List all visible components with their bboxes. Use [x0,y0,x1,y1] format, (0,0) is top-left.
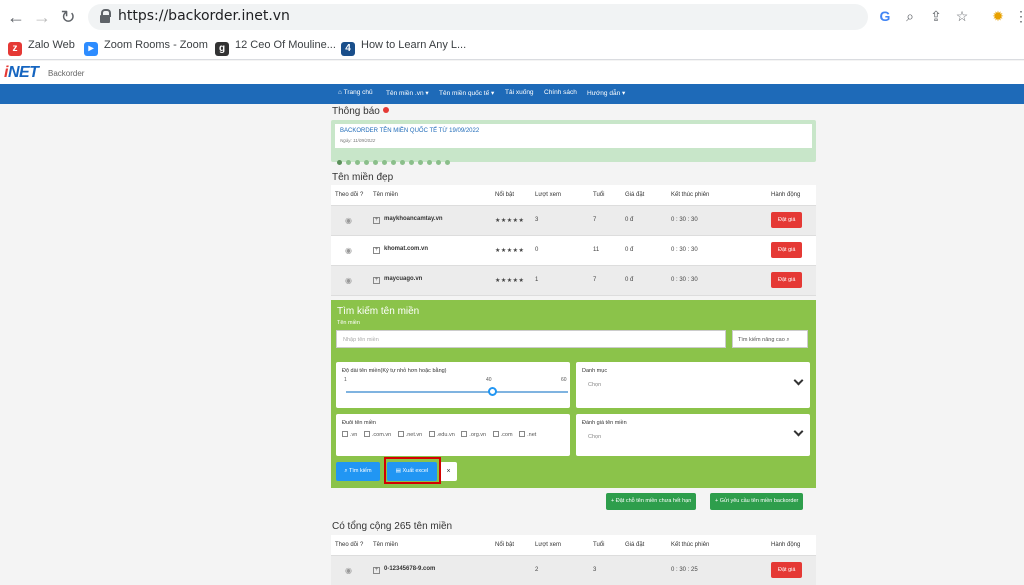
tld-checkbox[interactable]: .net.vn [397,431,422,438]
col-action: Hành động [767,185,816,206]
eye-icon[interactable]: ◉ [345,276,352,285]
clear-button[interactable]: × [440,462,457,481]
carousel-dots[interactable] [337,152,454,170]
tld-checkbox[interactable]: .edu.vn [428,431,455,438]
tld-checkbox[interactable]: .net [519,431,536,438]
rating-select[interactable]: Đánh giá tên miền Chọn [576,414,810,456]
reload-icon[interactable]: ↻ [58,7,78,27]
tld-label: Đuôi tên miền [342,420,376,426]
col-ends: Kết thúc phiên [667,185,767,206]
bookmark-ceo[interactable]: g 12 Ceo Of Mouline... [215,39,336,56]
reserve-unexpired-button[interactable]: + Đặt chỗ tên miền chưa hết hạn [606,493,697,510]
notice-date: Ngày: 11/09/2022 [340,138,376,143]
col-price: Giá đặt [621,185,667,206]
notice-title: Thông báo [332,106,389,117]
bid-button[interactable]: Đặt giá [771,272,803,288]
col-domain: Tên miền [369,185,491,206]
domains-table: Theo dõi ? Tên miền Nổi bật Lượt xem Tuổ… [331,535,816,585]
logo-subtitle: Backorder [48,69,85,78]
plus-icon[interactable]: + [373,217,380,224]
menu-intl-domains[interactable]: Tên miền quốc tế ▾ [439,89,494,97]
menu-policy[interactable]: Chính sách [544,89,577,96]
bid-button[interactable]: Đặt giá [771,242,803,258]
share-icon[interactable]: ⇪ [927,8,945,25]
site-icon: g [215,42,229,56]
tld-checkbox[interactable]: .com.vn [363,431,391,438]
plus-icon[interactable]: + [373,247,380,254]
url-text: https://backorder.inet.vn [118,8,290,24]
search-icon: ⌕ [786,337,790,343]
domain-label: Tên miền [337,320,360,326]
notice-box: BACKORDER TÊN MIỀN QUỐC TẾ TỪ 19/09/2022… [331,120,816,165]
search-icon: ⌕ [344,468,348,474]
back-icon[interactable]: ← [6,7,26,27]
length-slider-track[interactable] [346,391,568,393]
eye-icon[interactable]: ◉ [345,566,352,575]
inet-logo[interactable]: iNET [4,64,39,82]
col-featured: Nổi bật [491,185,531,206]
category-label: Danh mục [582,368,608,374]
menu-dots-icon[interactable]: ⋮ [1012,8,1024,25]
zoom-icon[interactable]: ⌕ [901,8,919,25]
lock-icon [100,9,111,23]
domain-search-input[interactable]: Nhập tên miền [336,330,726,348]
table-row: ◉ + khomat.com.vn ★★★★★ 0 11 0 đ 0 : 30 :… [331,235,816,266]
col-follow: Theo dõi ? [331,185,369,206]
notice-link[interactable]: BACKORDER TÊN MIỀN QUỐC TẾ TỪ 19/09/2022 [340,128,479,134]
advanced-search-button[interactable]: Tìm kiếm nâng cao ⌕ [732,330,808,348]
bookmark-zoom[interactable]: ▸ Zoom Rooms - Zoom [84,39,208,56]
length-card: Độ dài tên miền(Ký tự nhỏ hơn hoặc bằng)… [336,362,570,408]
tld-checkbox[interactable]: .com [492,431,513,438]
menu-downloads[interactable]: Tải xuống [505,89,534,96]
export-highlight [384,457,441,484]
featured-table: Theo dõi ? Tên miền Nổi bật Lượt xem Tuổ… [331,185,816,296]
google-icon[interactable]: G [876,8,894,24]
tld-checkbox[interactable]: .org.vn [461,431,486,438]
plus-icon[interactable]: + [373,567,380,574]
table-row: ◉ + maycuago.vn ★★★★★ 1 7 0 đ 0 : 30 : 30… [331,265,816,296]
main-menu: ⌂ Trang chủ Tên miền .vn ▾ Tên miền quốc… [0,84,1024,104]
forward-icon[interactable]: → [32,7,52,27]
menu-guide[interactable]: Hướng dẫn ▾ [587,89,625,97]
address-bar[interactable]: https://backorder.inet.vn [88,4,868,30]
bookmarks-bar: z Zalo Web ▸ Zoom Rooms - Zoom g 12 Ceo Of … [0,34,1024,60]
eye-icon[interactable]: ◉ [345,216,352,225]
bid-button[interactable]: Đặt giá [771,562,803,578]
length-slider-handle[interactable] [488,387,497,396]
chevron-down-icon [793,426,804,437]
menu-vn-domains[interactable]: Tên miền .vn ▾ [386,89,429,97]
col-views: Lượt xem [531,185,589,206]
search-title: Tìm kiếm tên miền [337,306,420,317]
table-row: ◉ + maykhoancamtay.vn ★★★★★ 3 7 0 đ 0 : 3… [331,205,816,236]
col-age: Tuổi [589,185,621,206]
eye-icon[interactable]: ◉ [345,246,352,255]
tld-checkbox[interactable]: .vn [342,431,357,438]
total-title: Có tổng cộng 265 tên miền [332,521,453,532]
request-backorder-button[interactable]: + Gửi yêu cầu tên miền backorder [710,493,804,510]
menu-home[interactable]: ⌂ Trang chủ [338,89,373,96]
table-row: ◉ +0-12345678-9.com 2 3 0 : 30 : 25 Đặt … [331,555,816,585]
site-icon: 4 [341,42,355,56]
tld-checkboxes: .vn .com.vn .net.vn .edu.vn .org.vn .com… [342,431,541,438]
length-label: Độ dài tên miền(Ký tự nhỏ hơn hoặc bằng) [342,368,447,374]
star-icon[interactable]: ☆ [953,8,971,25]
bid-button[interactable]: Đặt giá [771,212,803,228]
plus-icon[interactable]: + [373,277,380,284]
zalo-icon: z [8,42,22,56]
search-button[interactable]: ⌕ Tìm kiếm [336,462,380,481]
category-select[interactable]: Danh mục Chọn [576,362,810,408]
rating-label: Đánh giá tên miền [582,420,627,426]
bookmark-learn[interactable]: 4 How to Learn Any L... [341,39,466,56]
tld-card: Đuôi tên miền .vn .com.vn .net.vn .edu.v… [336,414,570,456]
featured-title: Tên miền đẹp [332,172,394,183]
zoom-app-icon: ▸ [84,42,98,56]
chevron-down-icon [793,375,804,386]
bookmark-zalo[interactable]: z Zalo Web [8,39,75,56]
extension-icon[interactable]: ✹ [989,8,1007,25]
notice-badge-icon [382,107,389,113]
browser-toolbar: ← → ↻ https://backorder.inet.vn G ⌕ ⇪ ☆ … [0,0,1024,34]
brand-bar: iNET Backorder [0,61,1024,84]
